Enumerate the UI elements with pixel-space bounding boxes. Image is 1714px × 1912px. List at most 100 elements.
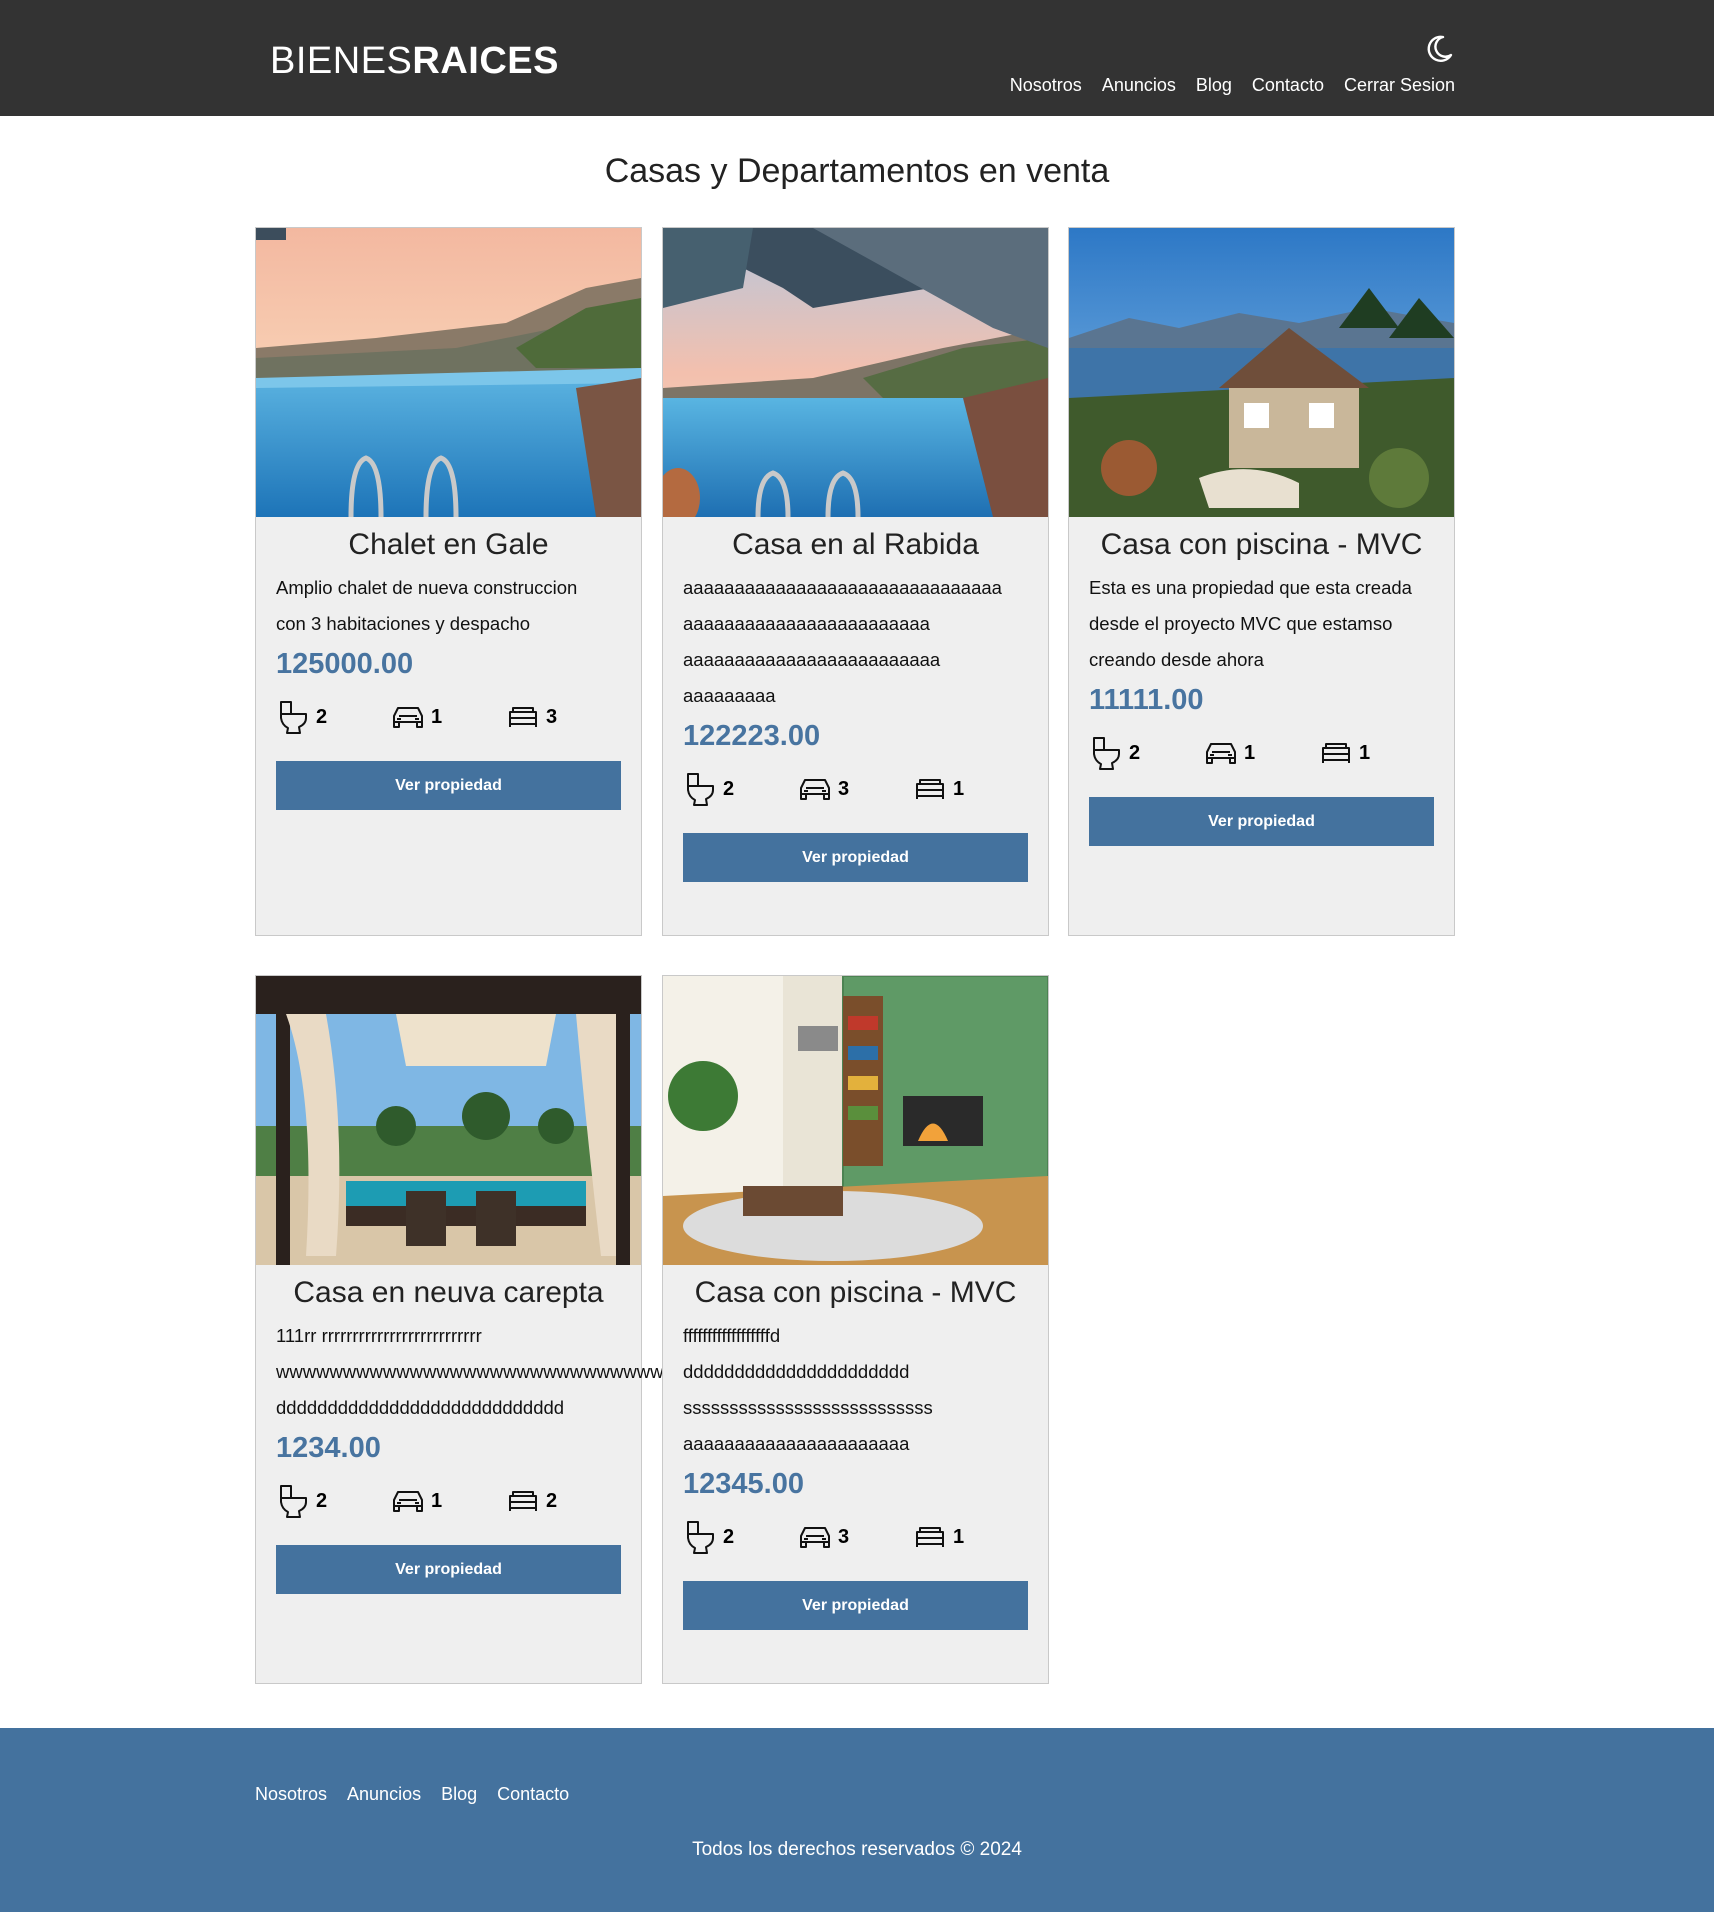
car-icon — [393, 707, 423, 728]
footer-link-contacto[interactable]: Contacto — [497, 1784, 569, 1805]
feature-rooms: 1 — [1319, 736, 1434, 770]
site-logo[interactable]: BIENESRAICES — [270, 40, 559, 83]
nav-link-contacto[interactable]: Contacto — [1252, 75, 1324, 96]
feature-parking: 3 — [798, 772, 913, 806]
toilet-icon — [280, 701, 307, 734]
property-price: 125000.00 — [276, 648, 414, 680]
site-header: BIENESRAICES Nosotros Anuncios Blog Cont… — [0, 0, 1714, 116]
feature-rooms: 1 — [913, 1520, 1028, 1554]
property-image — [1069, 228, 1454, 517]
card-content: Casa con piscina - MVC fffffffffffffffff… — [683, 1276, 1028, 1630]
bed-icon — [509, 707, 537, 727]
description-line: ffffffffffffffffffd — [683, 1325, 781, 1346]
property-description: Amplio chalet de nueva construccion con … — [276, 570, 621, 642]
footer-link-anuncios[interactable]: Anuncios — [347, 1784, 421, 1805]
description-line: aaaaaaaaa — [683, 685, 776, 706]
property-image — [663, 976, 1048, 1265]
property-features: 2 3 1 — [683, 1517, 1028, 1557]
description-line: dddddddddddddddddddddd — [683, 1361, 910, 1382]
toilet-icon — [687, 1521, 714, 1554]
card-content: Chalet en Gale Amplio chalet de nueva co… — [276, 528, 621, 810]
wc-count: 2 — [1129, 741, 1141, 764]
rooms-count: 1 — [953, 1525, 965, 1548]
property-title: Casa en al Rabida — [732, 528, 979, 561]
wc-count: 2 — [316, 1489, 328, 1512]
description-line: dddddddddddddddddddddddddddd — [276, 1397, 565, 1418]
parking-count: 1 — [431, 1489, 443, 1512]
wc-count: 2 — [723, 1525, 735, 1548]
description-line: 111rr rrrrrrrrrrrrrrrrrrrrrrrrrr — [276, 1325, 482, 1346]
nav-link-cerrar-sesion[interactable]: Cerrar Sesion — [1344, 75, 1455, 96]
copyright-text: Todos los derechos reservados © 2024 — [692, 1839, 1022, 1860]
bed-icon — [916, 1527, 944, 1547]
feature-wc: 2 — [276, 1484, 391, 1518]
feature-wc: 2 — [683, 772, 798, 806]
property-card: Casa en neuva carepta 111rr rrrrrrrrrrrr… — [255, 975, 677, 1684]
card-content: Casa en al Rabida aaaaaaaaaaaaaaaaaaaaaa… — [683, 528, 1028, 882]
description-line: con 3 habitaciones y despacho — [276, 613, 531, 634]
property-card: Casa con piscina - MVC fffffffffffffffff… — [662, 975, 1049, 1684]
toilet-icon — [280, 1485, 307, 1518]
card-content: Casa en neuva carepta 111rr rrrrrrrrrrrr… — [276, 1276, 677, 1594]
property-price: 11111.00 — [1089, 684, 1204, 716]
description-line: desde el proyecto MVC que estamso — [1089, 613, 1393, 634]
view-property-button[interactable]: Ver propiedad — [683, 833, 1028, 882]
description-line: aaaaaaaaaaaaaaaaaaaaaaaa — [683, 613, 930, 634]
footer-link-blog[interactable]: Blog — [441, 1784, 477, 1805]
description-line: aaaaaaaaaaaaaaaaaaaaaaaaa — [683, 649, 941, 670]
page-title: Casas y Departamentos en venta — [604, 152, 1110, 190]
parking-count: 3 — [838, 777, 850, 800]
moon-icon[interactable] — [1424, 34, 1454, 64]
feature-parking: 1 — [391, 1484, 506, 1518]
parking-count: 1 — [431, 705, 443, 728]
bed-icon — [916, 779, 944, 799]
toilet-icon — [687, 773, 714, 806]
wc-count: 2 — [723, 777, 735, 800]
property-description: 111rr rrrrrrrrrrrrrrrrrrrrrrrrrr wwwwwww… — [276, 1318, 677, 1426]
description-line: wwwwwwwwwwwwwwwwwwwwwwwwwwwwww — [276, 1361, 677, 1382]
feature-wc: 2 — [1089, 736, 1204, 770]
wc-count: 2 — [316, 705, 328, 728]
feature-wc: 2 — [683, 1520, 798, 1554]
feature-rooms: 1 — [913, 772, 1028, 806]
rooms-count: 1 — [953, 777, 965, 800]
property-title: Casa con piscina - MVC — [1100, 528, 1423, 561]
property-card: Chalet en Gale Amplio chalet de nueva co… — [255, 227, 642, 936]
feature-parking: 1 — [391, 700, 506, 734]
view-property-button[interactable]: Ver propiedad — [276, 1545, 621, 1594]
rooms-count: 3 — [546, 705, 558, 728]
view-property-button[interactable]: Ver propiedad — [1089, 797, 1434, 846]
feature-rooms: 3 — [506, 700, 621, 734]
car-icon — [393, 1491, 423, 1512]
property-title: Casa con piscina - MVC — [694, 1276, 1017, 1309]
footer-nav: Nosotros Anuncios Blog Contacto — [255, 1784, 569, 1805]
property-features: 2 1 1 — [1089, 733, 1434, 773]
car-icon — [800, 779, 830, 800]
property-description: aaaaaaaaaaaaaaaaaaaaaaaaaaaaaaa aaaaaaaa… — [683, 570, 1028, 714]
description-line: Esta es una propiedad que esta creada — [1089, 577, 1412, 598]
feature-parking: 3 — [798, 1520, 913, 1554]
property-features: 2 1 2 — [276, 1481, 621, 1521]
view-property-button[interactable]: Ver propiedad — [683, 1581, 1028, 1630]
property-price: 122223.00 — [683, 720, 821, 752]
footer-link-nosotros[interactable]: Nosotros — [255, 1784, 327, 1805]
main-nav: Nosotros Anuncios Blog Contacto Cerrar S… — [1010, 75, 1455, 96]
car-icon — [1206, 743, 1236, 764]
car-icon — [800, 1527, 830, 1548]
property-features: 2 3 1 — [683, 769, 1028, 809]
property-image — [256, 228, 641, 517]
description-line: creando desde ahora — [1089, 649, 1264, 670]
bed-icon — [1322, 743, 1350, 763]
nav-link-blog[interactable]: Blog — [1196, 75, 1232, 96]
rooms-count: 2 — [546, 1489, 558, 1512]
property-title: Chalet en Gale — [348, 528, 549, 561]
property-title: Casa en neuva carepta — [293, 1276, 604, 1309]
nav-link-anuncios[interactable]: Anuncios — [1102, 75, 1176, 96]
property-features: 2 1 3 — [276, 697, 621, 737]
toilet-icon — [1093, 737, 1120, 770]
property-price: 1234.00 — [276, 1432, 381, 1464]
logo-light-text: BIENES — [270, 40, 413, 82]
nav-link-nosotros[interactable]: Nosotros — [1010, 75, 1082, 96]
rooms-count: 1 — [1359, 741, 1371, 764]
view-property-button[interactable]: Ver propiedad — [276, 761, 621, 810]
